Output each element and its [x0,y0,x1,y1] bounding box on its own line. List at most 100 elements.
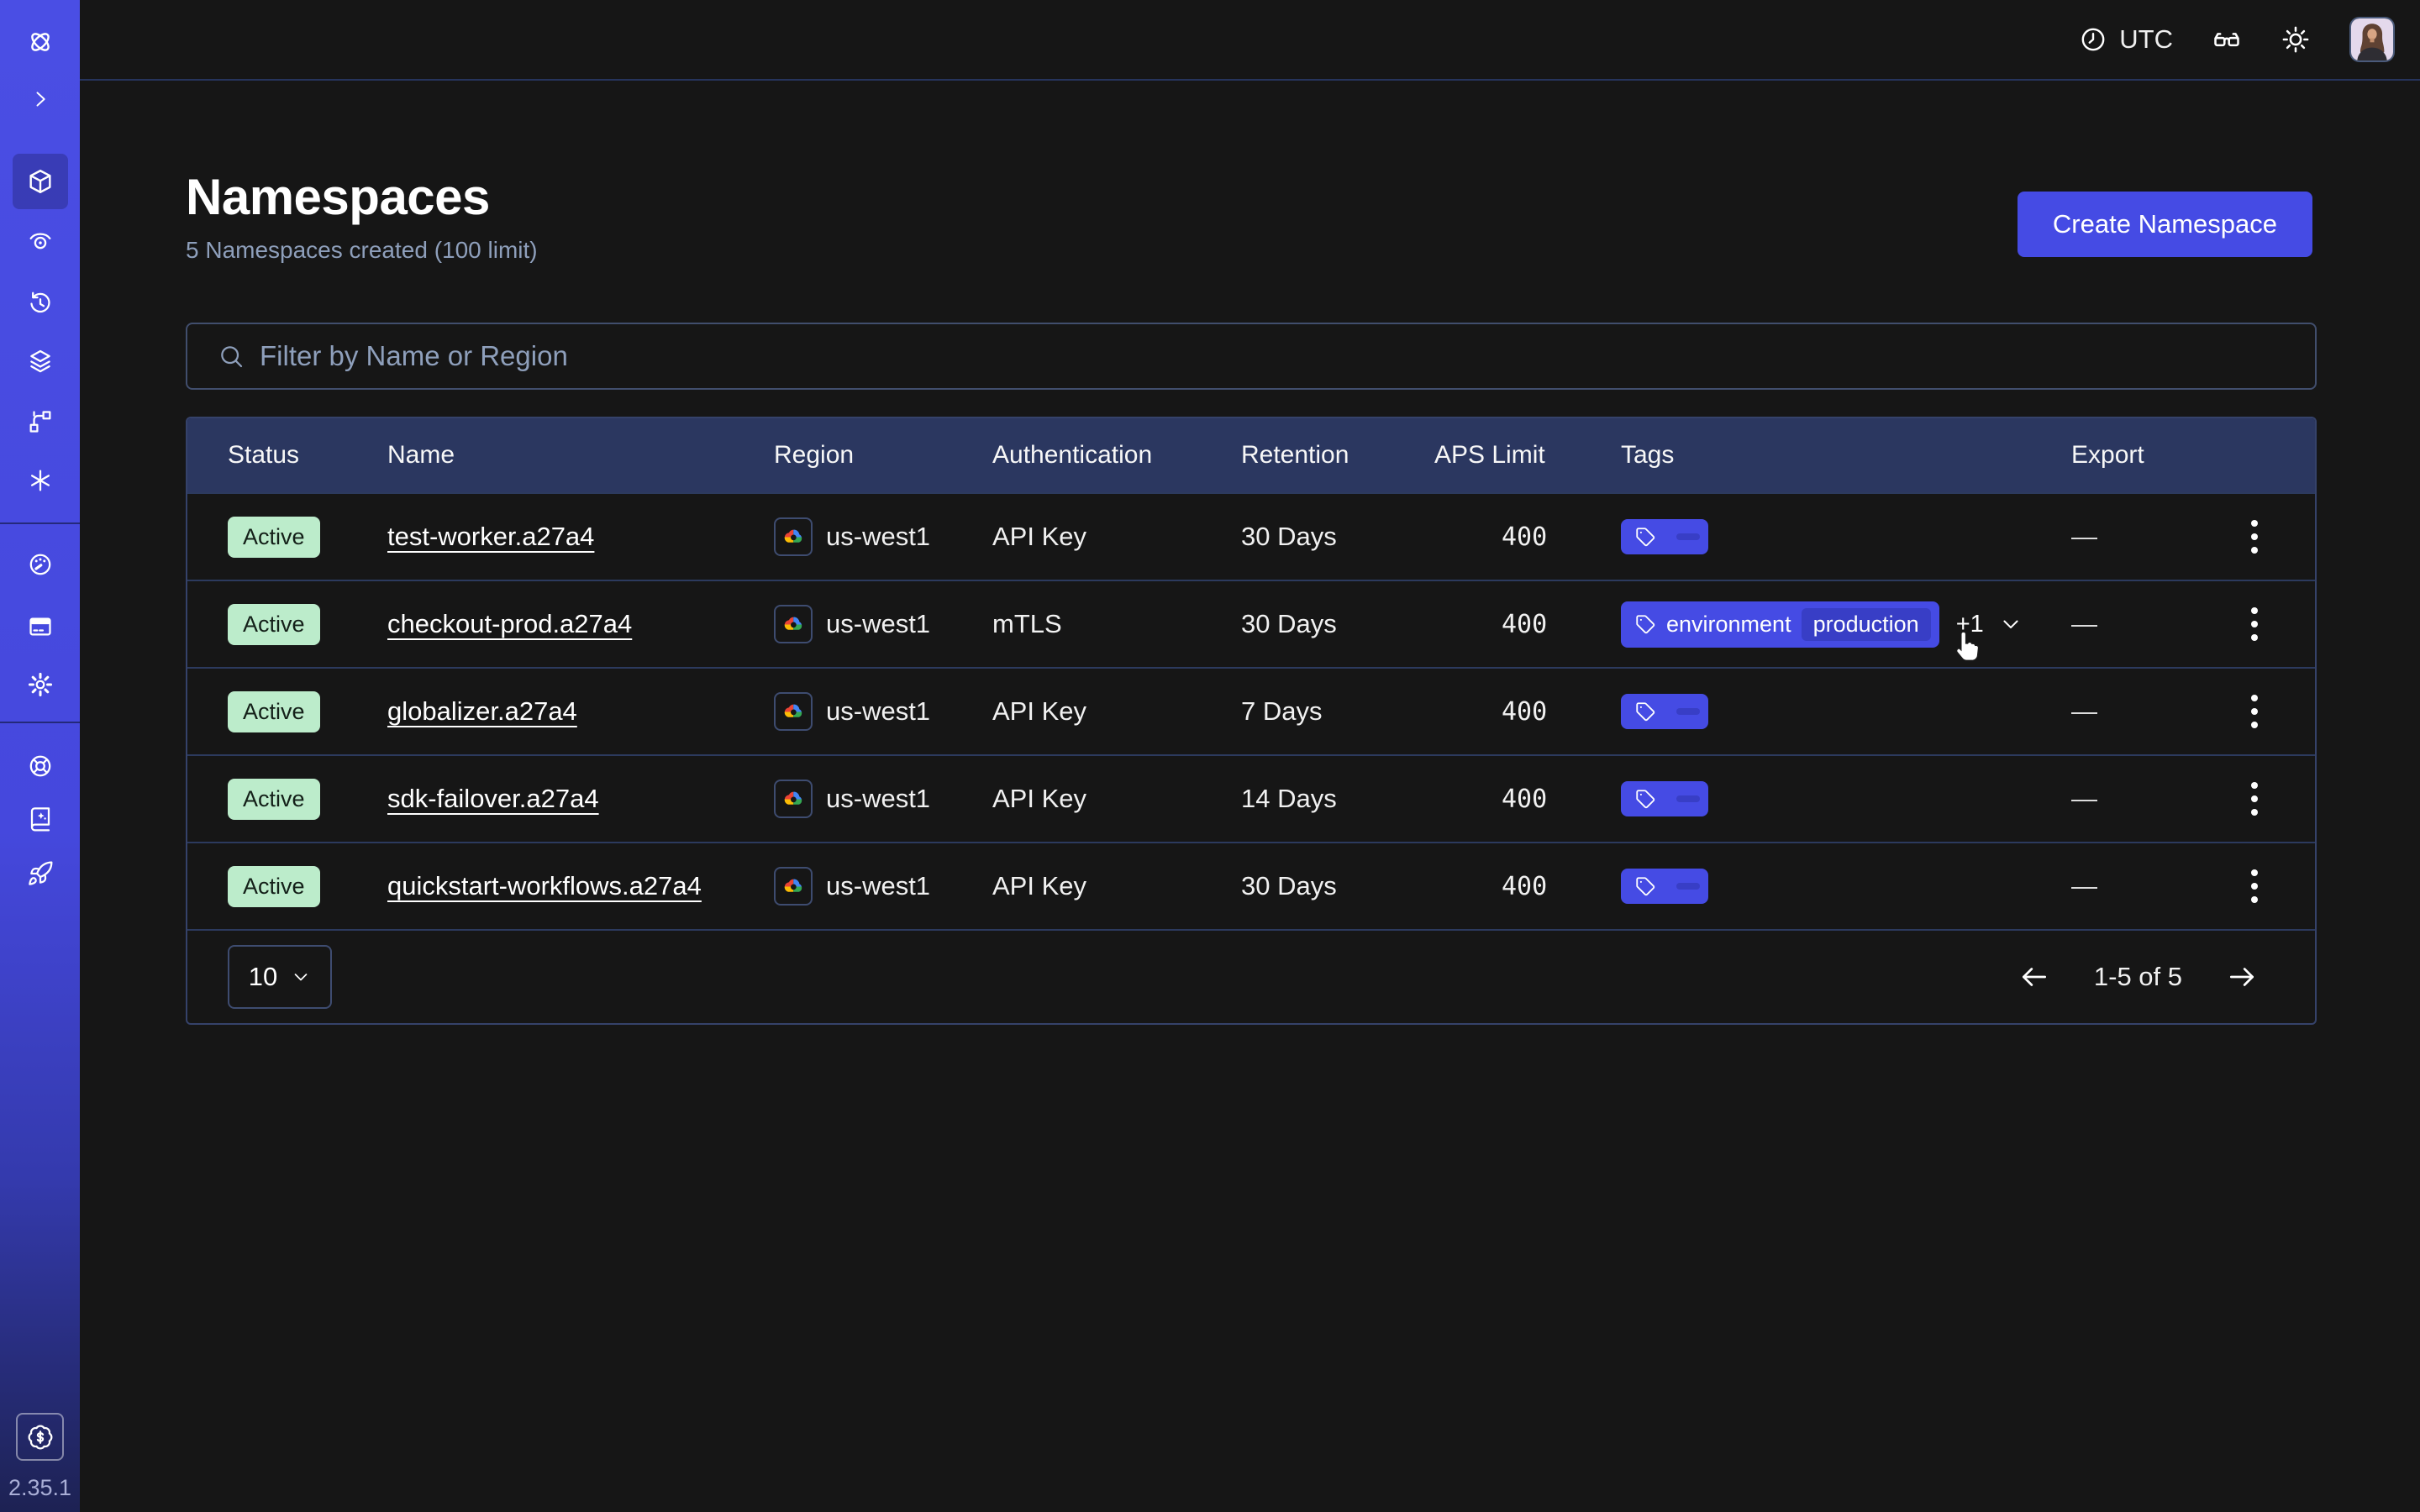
tag-value-chip [1676,533,1700,540]
sidebar-item-layers[interactable] [27,348,54,375]
namespace-link[interactable]: globalizer.a27a4 [387,696,577,727]
layers-icon [27,348,54,375]
region-cell: us-west1 [774,780,992,818]
tags-cell [1621,869,2071,904]
name-cell: sdk-failover.a27a4 [387,784,774,814]
eye-icon [27,228,54,255]
rocket-icon [27,860,54,887]
sidebar-item-docs[interactable] [27,806,54,832]
export-cell: — [2071,861,2275,911]
status-cell: Active [228,779,387,820]
top-header: UTC [80,0,2420,81]
billing-card-icon [27,613,54,640]
timezone-selector[interactable]: UTC [2079,24,2173,55]
sidebar-item-workflows[interactable] [27,408,54,435]
name-cell: globalizer.a27a4 [387,696,774,727]
tag-badge[interactable] [1621,519,1708,554]
page-size-select[interactable]: 10 [228,945,332,1009]
sidebar-item-asterisk[interactable] [27,467,54,494]
tag-badge[interactable] [1621,694,1708,729]
sidebar-item-support[interactable] [27,753,54,780]
avatar-image [2351,18,2393,60]
sidebar-item-settings[interactable] [27,671,54,698]
export-cell: — [2071,686,2275,737]
region-cell: us-west1 [774,867,992,906]
tags-chevron-down-icon[interactable] [1999,612,2023,636]
region-cell: us-west1 [774,605,992,643]
region-label: us-west1 [826,609,930,639]
sidebar-divider [0,522,80,524]
table-row: Active quickstart-workflows.a27a4 us-wes [187,842,2315,929]
aps-cell: 400 [1434,522,1621,552]
aps-cell: 400 [1434,785,1621,814]
next-page-button[interactable] [2223,958,2261,996]
tag-badge[interactable] [1621,781,1708,816]
retention-cell: 30 Days [1241,871,1434,901]
col-name: Name [387,441,774,470]
export-value: — [2071,871,2097,901]
user-avatar[interactable] [2349,17,2395,62]
namespace-link[interactable]: sdk-failover.a27a4 [387,784,599,814]
table-row: Active test-worker.a27a4 us-west1 [187,492,2315,580]
life-ring-icon [27,753,54,780]
region-label: us-west1 [826,522,930,552]
namespace-link[interactable]: quickstart-workflows.a27a4 [387,871,702,901]
filter-input[interactable] [260,340,2285,372]
region-cell: us-west1 [774,517,992,556]
retention-cell: 30 Days [1241,609,1434,639]
sidebar-item-usage[interactable] [27,551,54,578]
sidebar-item-eye[interactable] [27,228,54,255]
tags-cell [1621,781,2071,816]
tag-value-chip: production [1802,608,1931,641]
tag-badge[interactable] [1621,869,1708,904]
gear-icon [27,671,54,698]
export-value: — [2071,522,2097,552]
export-cell: — [2071,599,2275,649]
table-body: Active test-worker.a27a4 us-west1 [187,492,2315,929]
sidebar-item-namespaces[interactable] [13,154,68,209]
pagination-range: 1-5 of 5 [2094,962,2182,992]
plan-badge-button[interactable] [16,1413,64,1461]
sidebar-item-billing[interactable] [27,613,54,640]
page-title: Namespaces [186,168,490,226]
sidebar-item-schedules[interactable] [27,289,54,316]
retention-cell: 7 Days [1241,696,1434,727]
col-region: Region [774,441,992,470]
docs-book-icon [27,806,54,832]
kebab-menu-button[interactable] [2243,686,2266,737]
sidebar-item-getting-started[interactable] [27,860,54,887]
theme-toggle[interactable] [2281,24,2311,55]
export-cell: — [2071,512,2275,562]
aps-cell: 400 [1434,610,1621,639]
pagination: 1-5 of 5 [2015,958,2261,996]
google-cloud-icon [774,780,813,818]
tags-cell [1621,694,2071,729]
badge-dollar-icon [27,1424,54,1451]
namespace-link[interactable]: checkout-prod.a27a4 [387,609,632,639]
tag-value-chip [1676,708,1700,715]
page-size-value: 10 [249,962,277,992]
export-value: — [2071,609,2097,639]
name-cell: quickstart-workflows.a27a4 [387,871,774,901]
namespaces-table: Status Name Region Authentication Retent… [186,417,2317,1025]
sidebar-expand-chevron-right-icon[interactable] [29,87,52,111]
labs-toggle[interactable] [2212,24,2242,55]
prev-page-button[interactable] [2015,958,2054,996]
tag-key: environment [1666,612,1791,638]
kebab-menu-button[interactable] [2243,774,2266,824]
kebab-menu-button[interactable] [2243,599,2266,649]
kebab-menu-button[interactable] [2243,512,2266,562]
tag-icon [1634,701,1656,722]
auth-cell: API Key [992,696,1241,727]
tag-icon [1634,875,1656,897]
table-row: Active globalizer.a27a4 us-west1 [187,667,2315,754]
temporal-logo-icon[interactable] [26,28,55,56]
namespace-link[interactable]: test-worker.a27a4 [387,522,594,552]
create-namespace-button[interactable]: Create Namespace [2018,192,2312,257]
col-export: Export [2071,441,2275,470]
kebab-menu-button[interactable] [2243,861,2266,911]
tag-icon [1634,788,1656,810]
google-cloud-icon [774,692,813,731]
page-subtitle: 5 Namespaces created (100 limit) [186,237,538,264]
tag-badge[interactable]: environment production [1621,601,1939,648]
